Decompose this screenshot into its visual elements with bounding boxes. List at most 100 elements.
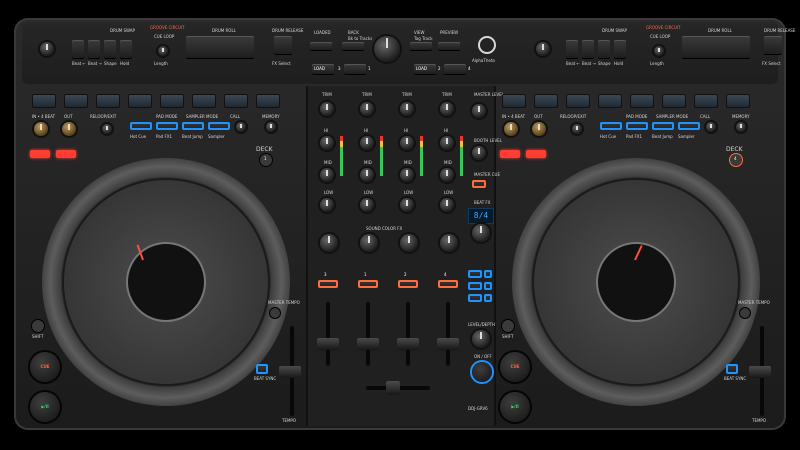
eq-mid-knob-ch4[interactable] <box>440 168 454 182</box>
trim-knob-ch1[interactable] <box>320 102 334 116</box>
groove-circuit-button-3-left[interactable] <box>104 40 116 58</box>
fx-channel-button-1[interactable] <box>468 270 482 278</box>
level-depth-knob[interactable] <box>472 330 490 348</box>
view-button[interactable] <box>410 42 432 50</box>
drum-release-button-left[interactable] <box>274 36 292 54</box>
drum-roll-button-group-left[interactable] <box>186 36 254 58</box>
sampler-mode-right[interactable] <box>678 122 700 130</box>
color-fx-knob-ch3[interactable] <box>400 234 418 252</box>
groove-circuit-button-1-right[interactable] <box>566 40 578 58</box>
color-fx-knob-ch4[interactable] <box>440 234 458 252</box>
pad-3-right[interactable] <box>566 94 590 108</box>
call-button-right[interactable] <box>706 122 716 132</box>
memory-button-left[interactable] <box>266 122 276 132</box>
pad-6-right[interactable] <box>662 94 686 108</box>
memory-button-right[interactable] <box>736 122 746 132</box>
shift-button-right[interactable] <box>502 320 514 332</box>
load-deck4-button[interactable] <box>444 64 466 74</box>
call-button-left[interactable] <box>236 122 246 132</box>
cue-loop-knob-right[interactable] <box>654 46 664 56</box>
grid-button-right[interactable] <box>526 150 546 158</box>
loop-out-button-left[interactable] <box>62 122 76 136</box>
color-fx-knob-ch2[interactable] <box>360 234 378 252</box>
eq-mid-knob-ch2[interactable] <box>360 168 374 182</box>
pad-5-left[interactable] <box>160 94 184 108</box>
pad-4-left[interactable] <box>128 94 152 108</box>
eq-low-knob-ch4[interactable] <box>440 198 454 212</box>
channel-fader-ch4[interactable] <box>446 302 450 366</box>
eq-hi-knob-ch4[interactable] <box>440 136 454 150</box>
trim-knob-ch2[interactable] <box>360 102 374 116</box>
eq-low-knob-ch2[interactable] <box>360 198 374 212</box>
eq-hi-knob-ch3[interactable] <box>400 136 414 150</box>
cue-button-ch3[interactable] <box>318 280 338 288</box>
pad-2-left[interactable] <box>64 94 88 108</box>
eq-mid-knob-ch1[interactable] <box>320 168 334 182</box>
drum-roll-button-group-right[interactable] <box>682 36 750 58</box>
beat-jump-mode-left[interactable] <box>182 122 204 130</box>
fx-select-knob-left[interactable] <box>40 42 54 56</box>
channel-fader-ch2[interactable] <box>406 302 410 366</box>
channel-fader-ch1[interactable] <box>366 302 370 366</box>
color-fx-knob-ch1[interactable] <box>320 234 338 252</box>
channel-fader-cap-ch1[interactable] <box>357 338 379 350</box>
reloop-button-right[interactable] <box>572 124 582 134</box>
beat-sync-button-right[interactable] <box>726 364 738 374</box>
channel-fader-ch3[interactable] <box>326 302 330 366</box>
cue-button-ch1[interactable] <box>358 280 378 288</box>
cue-button-ch2[interactable] <box>398 280 418 288</box>
groove-circuit-button-3-right[interactable] <box>598 40 610 58</box>
loop-in-button-right[interactable] <box>504 122 518 136</box>
play-pause-button-right[interactable]: ▶/II <box>500 392 530 422</box>
pad-7-left[interactable] <box>224 94 248 108</box>
groove-circuit-button-4-right[interactable] <box>614 40 626 58</box>
booth-level-knob[interactable] <box>472 146 486 160</box>
crossfader-cap[interactable] <box>386 381 400 395</box>
fx-channel-button-5[interactable] <box>468 294 482 302</box>
cue-loop-knob-left[interactable] <box>158 46 168 56</box>
channel-fader-cap-ch4[interactable] <box>437 338 459 350</box>
hot-cue-mode-left[interactable] <box>130 122 152 130</box>
censor-button-left[interactable] <box>30 150 50 158</box>
master-level-knob[interactable] <box>472 104 486 118</box>
tempo-slider-cap-left[interactable] <box>279 366 301 378</box>
beat-sync-button-left[interactable] <box>256 364 268 374</box>
pad-5-right[interactable] <box>630 94 654 108</box>
eq-mid-knob-ch3[interactable] <box>400 168 414 182</box>
pad-1-left[interactable] <box>32 94 56 108</box>
browse-rotary[interactable] <box>374 36 400 62</box>
hot-cue-mode-right[interactable] <box>600 122 622 130</box>
cue-button-left[interactable]: CUE <box>30 352 60 382</box>
reloop-button-left[interactable] <box>102 124 112 134</box>
pad-fx-mode-left[interactable] <box>156 122 178 130</box>
master-tempo-button-right[interactable] <box>740 308 750 318</box>
pad-4-right[interactable] <box>598 94 622 108</box>
tempo-slider-cap-right[interactable] <box>749 366 771 378</box>
pad-7-right[interactable] <box>694 94 718 108</box>
pad-1-right[interactable] <box>502 94 526 108</box>
fx-channel-button-3[interactable] <box>468 282 482 290</box>
trim-knob-ch4[interactable] <box>440 102 454 116</box>
eq-low-knob-ch3[interactable] <box>400 198 414 212</box>
cue-button-ch4[interactable] <box>438 280 458 288</box>
master-tempo-button-left[interactable] <box>270 308 280 318</box>
pad-6-left[interactable] <box>192 94 216 108</box>
drum-release-button-right[interactable] <box>764 36 782 54</box>
loop-in-button-left[interactable] <box>34 122 48 136</box>
loaded-button[interactable] <box>310 42 332 50</box>
jog-wheel-left[interactable] <box>42 158 290 406</box>
channel-fader-cap-ch3[interactable] <box>317 338 339 350</box>
channel-fader-cap-ch2[interactable] <box>397 338 419 350</box>
groove-circuit-button-4-left[interactable] <box>120 40 132 58</box>
play-pause-button-left[interactable]: ▶/II <box>30 392 60 422</box>
master-cue-button[interactable] <box>472 180 486 188</box>
eq-hi-knob-ch2[interactable] <box>360 136 374 150</box>
sampler-mode-left[interactable] <box>208 122 230 130</box>
censor-button-right[interactable] <box>500 150 520 158</box>
jog-wheel-right[interactable] <box>512 158 760 406</box>
preview-button[interactable] <box>438 42 460 50</box>
eq-low-knob-ch1[interactable] <box>320 198 334 212</box>
cue-button-right[interactable]: CUE <box>500 352 530 382</box>
beat-fx-select-knob[interactable] <box>472 224 490 242</box>
load-deck1-button[interactable] <box>344 64 366 74</box>
